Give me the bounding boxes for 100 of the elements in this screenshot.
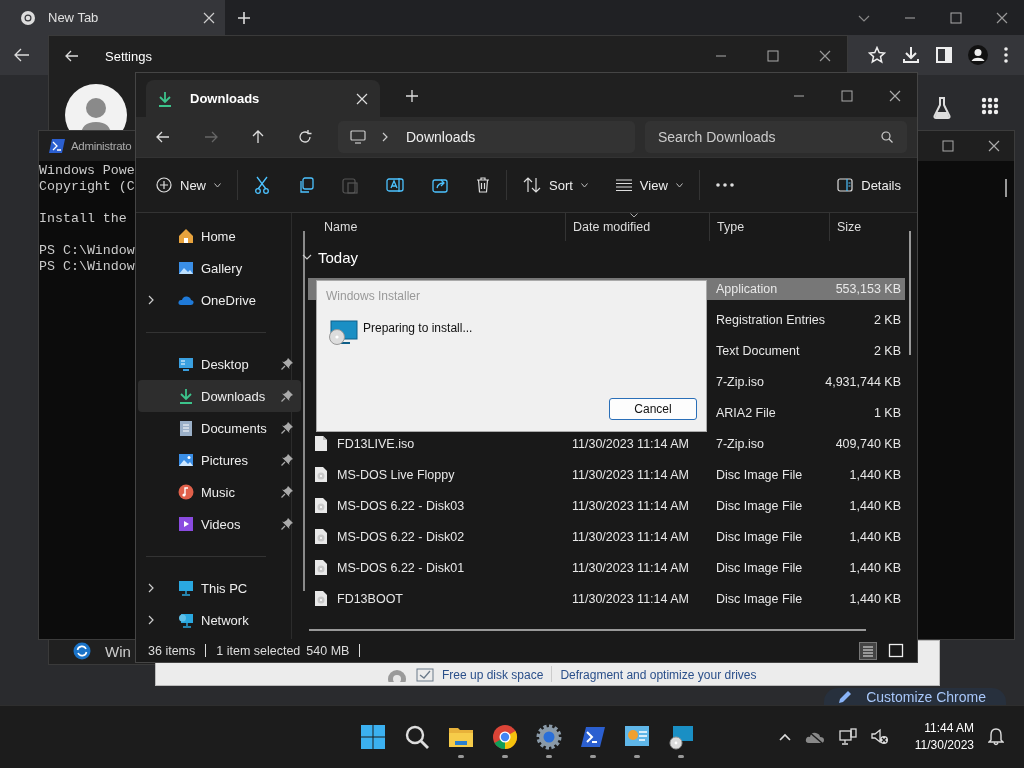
scrollbar-thumb[interactable]: [309, 629, 866, 631]
scrollbar-thumb[interactable]: [909, 231, 911, 355]
checkbox-icon: [416, 668, 434, 682]
close-icon[interactable]: [889, 90, 901, 102]
chevron-right-icon[interactable]: [148, 295, 154, 305]
file-row[interactable]: MS-DOS 6.22 - Disk03 11/30/2023 11:14 AM Disc Image File 1,440 KB: [308, 490, 905, 521]
window-title: Windows Installer: [325, 288, 422, 303]
clock[interactable]: 11:44 AM 11/30/2023: [914, 720, 974, 754]
folder-tab[interactable]: Downloads: [146, 80, 380, 117]
more-icon[interactable]: [715, 183, 734, 187]
running-indicator: [502, 755, 508, 758]
new-tab-icon[interactable]: [237, 10, 251, 25]
cancel-button[interactable]: Cancel: [609, 398, 697, 420]
bell-icon[interactable]: [988, 728, 1004, 746]
back-arrow-icon[interactable]: [156, 131, 170, 143]
file-row[interactable]: MS-DOS Live Floppy 11/30/2023 11:14 AM Disc Image File 1,440 KB: [308, 459, 905, 490]
file-row[interactable]: MS-DOS 6.22 - Disk01 11/30/2023 11:14 AM Disc Image File 1,440 KB: [308, 552, 905, 583]
cloud-off-icon[interactable]: [804, 730, 825, 744]
close-icon[interactable]: [203, 11, 215, 24]
new-tab-icon[interactable]: [406, 90, 418, 102]
details-view-icon[interactable]: [859, 641, 877, 660]
share-icon[interactable]: [432, 177, 448, 193]
installer-icon[interactable]: [668, 724, 694, 750]
trash-icon[interactable]: [476, 177, 490, 193]
nav-item[interactable]: Desktop: [138, 348, 301, 380]
chevron-right-icon[interactable]: [148, 583, 154, 593]
menu-icon[interactable]: [1004, 47, 1008, 63]
file-date: 11/30/2023 11:14 AM: [572, 591, 689, 606]
rename-icon[interactable]: [386, 177, 404, 193]
installer-icon: [328, 320, 358, 346]
breadcrumb[interactable]: Downloads: [406, 129, 476, 145]
browser-icon[interactable]: [492, 724, 518, 750]
pin-icon: [280, 486, 293, 498]
download-icon[interactable]: [902, 46, 920, 64]
running-indicator: [678, 755, 684, 758]
close-icon[interactable]: [988, 140, 1000, 152]
file-size: 2 KB: [873, 343, 901, 358]
link[interactable]: Free up disk space: [442, 668, 544, 682]
picture-icon: [178, 452, 194, 468]
close-icon[interactable]: [996, 11, 1008, 24]
search-icon[interactable]: [404, 724, 430, 750]
column-header[interactable]: Type: [709, 213, 829, 241]
refresh-icon[interactable]: [298, 130, 312, 144]
console-line: Copyright (C: [39, 179, 135, 195]
nav-item[interactable]: OneDrive: [138, 284, 301, 316]
up-arrow-icon[interactable]: [252, 130, 264, 144]
side-panel-icon[interactable]: [936, 47, 952, 63]
file-row[interactable]: FD13LIVE.iso 11/30/2023 11:14 AM 7-Zip.iso 409,740 KB: [308, 428, 905, 459]
nav-item[interactable]: Music: [138, 476, 301, 508]
running-indicator: [458, 755, 464, 758]
sort-button[interactable]: Sort: [523, 177, 588, 193]
close-icon[interactable]: [819, 50, 831, 62]
profile-icon[interactable]: [968, 45, 988, 65]
search-field[interactable]: Search Downloads: [645, 121, 907, 153]
flask-icon[interactable]: [933, 97, 951, 119]
maximize-icon[interactable]: [841, 90, 853, 102]
sidebar-item[interactable]: Win: [73, 642, 131, 660]
document-icon: [178, 420, 194, 436]
scrollbar-thumb[interactable]: [1005, 179, 1007, 197]
tiles-view-icon[interactable]: [887, 641, 905, 660]
chevron-up-icon[interactable]: [778, 733, 791, 741]
column-header[interactable]: Date modified: [565, 213, 709, 241]
file-type: Registration Entries: [716, 312, 826, 327]
nav-item[interactable]: Downloads: [138, 380, 301, 412]
view-button[interactable]: View: [615, 177, 683, 193]
search-icon[interactable]: [881, 131, 893, 143]
network-icon[interactable]: [838, 728, 857, 746]
back-arrow-icon[interactable]: [65, 50, 79, 62]
browser-tab[interactable]: New Tab: [0, 0, 225, 35]
start-icon[interactable]: [360, 724, 386, 750]
details-button[interactable]: Details: [837, 177, 901, 193]
star-icon[interactable]: [868, 46, 886, 64]
nav-item[interactable]: This PC: [138, 572, 301, 604]
new-button[interactable]: New: [156, 177, 221, 193]
nav-item[interactable]: Documents: [138, 412, 301, 444]
copy-icon[interactable]: [298, 177, 314, 193]
maximize-icon[interactable]: [767, 50, 779, 62]
apps-grid-icon[interactable]: [981, 97, 999, 115]
terminal-icon[interactable]: [580, 724, 606, 750]
file-row[interactable]: FD13BOOT 11/30/2023 11:14 AM Disc Image File 1,440 KB: [308, 583, 905, 614]
scrollbar-thumb[interactable]: [302, 231, 305, 591]
running-indicator: [634, 755, 640, 758]
forward-arrow-icon[interactable]: [204, 131, 218, 143]
nav-item[interactable]: Network: [138, 604, 301, 636]
nav-item[interactable]: Videos: [138, 508, 301, 540]
maximize-icon[interactable]: [942, 140, 954, 152]
maximize-icon[interactable]: [950, 11, 962, 24]
address-bar[interactable]: Downloads: [338, 121, 635, 153]
sort-icon: [523, 177, 541, 193]
chevron-right-icon[interactable]: [148, 615, 154, 625]
customize-button[interactable]: Customize Chrome: [824, 688, 1006, 705]
caret-icon: [675, 182, 683, 188]
back-arrow-icon[interactable]: [14, 48, 30, 62]
file-row[interactable]: MS-DOS 6.22 - Disk02 11/30/2023 11:14 AM Disc Image File 1,440 KB: [308, 521, 905, 552]
cut-icon[interactable]: [254, 176, 270, 194]
nav-item[interactable]: Pictures: [138, 444, 301, 476]
volume-muted-icon[interactable]: [870, 728, 889, 746]
selection-size: 540 MB: [306, 643, 350, 658]
pin-icon: [280, 358, 293, 370]
link[interactable]: Defragment and optimize your drives: [560, 668, 757, 682]
